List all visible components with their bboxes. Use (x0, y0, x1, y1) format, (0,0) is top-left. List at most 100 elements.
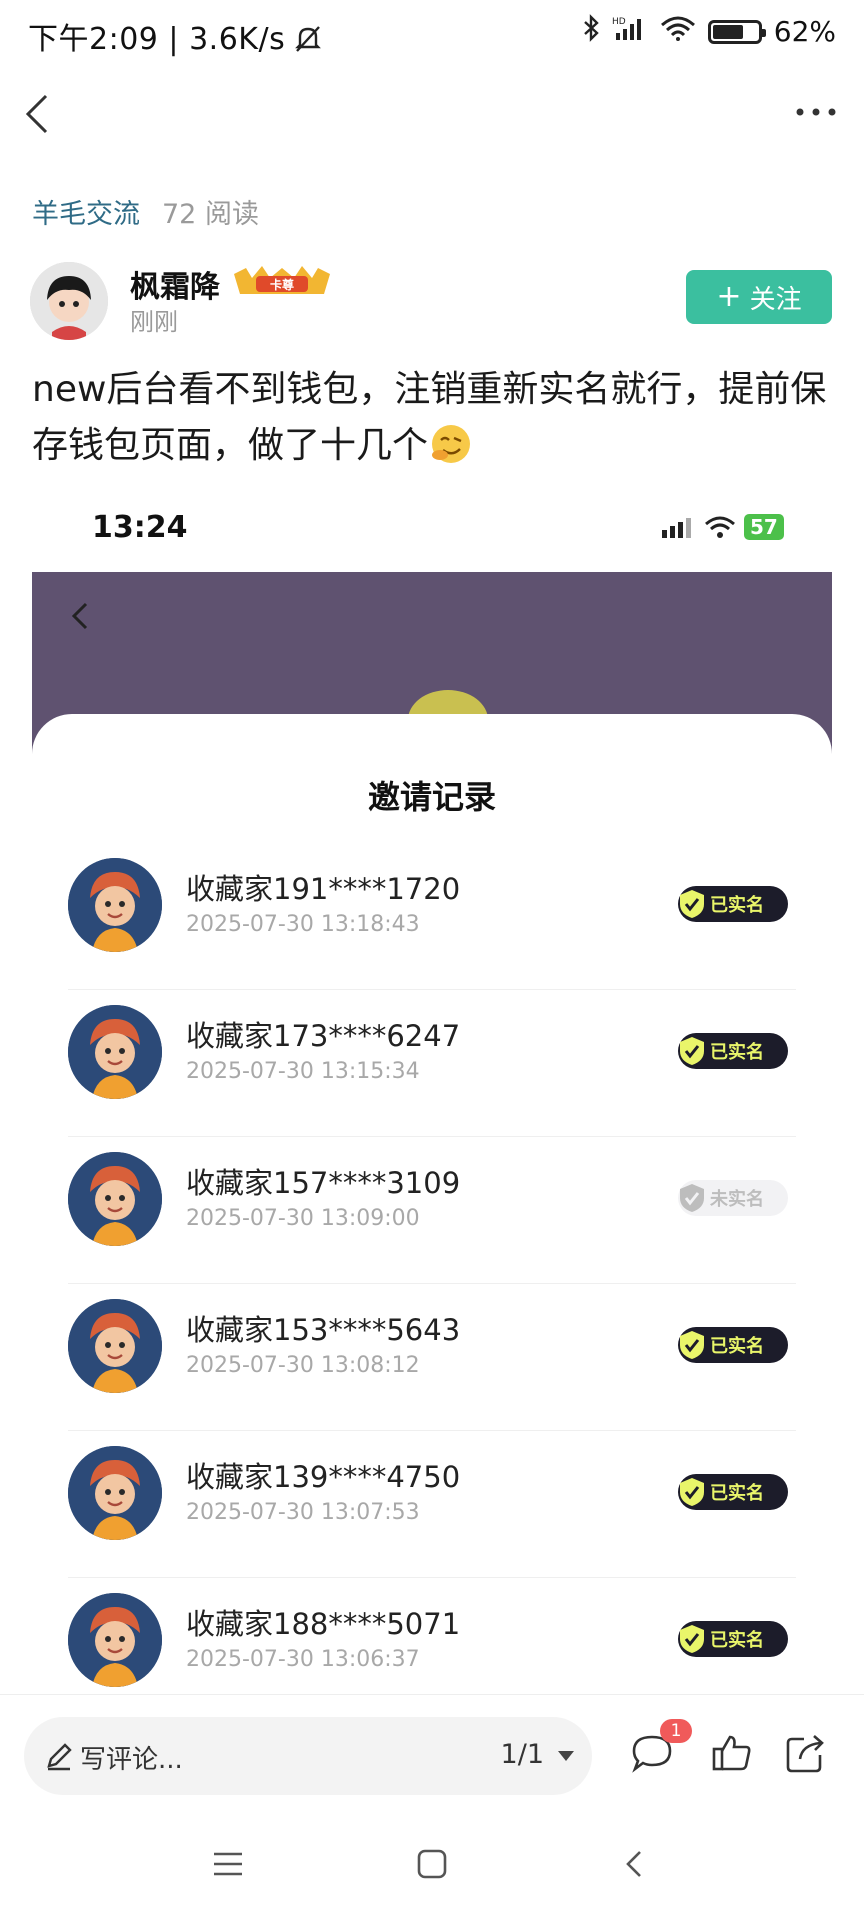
row-divider (68, 1430, 796, 1431)
verification-status-badge: 已实名 (678, 1033, 788, 1069)
comment-placeholder: 写评论... (80, 1745, 183, 1775)
invite-time: 2025-07-30 13:08:12 (186, 1353, 420, 1378)
invitee-name: 收藏家188****5071 (186, 1607, 461, 1641)
status-time: 下午2:09 (28, 22, 159, 57)
page-indicator[interactable]: 1/1 (501, 1739, 544, 1770)
invite-time: 2025-07-30 13:06:37 (186, 1647, 420, 1672)
svg-text:HD: HD (612, 17, 626, 27)
embedded-battery: 57 (744, 514, 784, 540)
more-options-button[interactable] (792, 100, 840, 124)
status-bar: 下午2:09 | 3.6K/s HD 62% (0, 0, 864, 72)
verification-status-label: 已实名 (710, 1483, 764, 1504)
invitee-name: 收藏家139****4750 (186, 1460, 461, 1494)
network-speed: 3.6K/s (189, 22, 286, 57)
svg-text:卡尊: 卡尊 (270, 277, 294, 292)
row-divider (68, 1136, 796, 1137)
bluetooth-icon (582, 14, 600, 49)
battery-icon (707, 19, 766, 44)
author-name[interactable]: 枫霜降 (130, 262, 220, 306)
invitee-name: 收藏家157****3109 (186, 1166, 461, 1200)
comment-input[interactable]: 写评论... 1/1 (24, 1717, 592, 1795)
chevron-left-icon (25, 94, 48, 134)
shield-check-icon (678, 1182, 706, 1214)
share-button[interactable] (784, 1731, 828, 1775)
shield-check-icon (678, 1035, 706, 1067)
verification-status-label: 已实名 (710, 1042, 764, 1063)
follow-button[interactable]: + 关注 (686, 270, 832, 324)
back-nav-button[interactable] (620, 1848, 652, 1884)
battery-percent: 62% (773, 15, 836, 48)
user-avatar (68, 1446, 162, 1540)
system-navigation-bar (0, 1820, 864, 1920)
embedded-back-icon (68, 598, 92, 634)
row-divider (68, 1577, 796, 1578)
menu-nav-button[interactable] (212, 1848, 244, 1884)
thumbs-up-icon (712, 1735, 751, 1771)
verification-status-badge: 已实名 (678, 886, 788, 922)
verification-status-label: 未实名 (710, 1189, 764, 1210)
verification-status-badge: 未实名 (678, 1180, 788, 1216)
verification-status-badge: 已实名 (678, 1327, 788, 1363)
verification-status-label: 已实名 (710, 1630, 764, 1651)
plus-icon: + (716, 279, 742, 314)
mute-bell-icon (295, 25, 322, 61)
invite-record-row: 收藏家139****4750 2025-07-30 13:07:53 已实名 (68, 1432, 796, 1578)
embedded-time: 13:24 (92, 510, 188, 545)
invite-time: 2025-07-30 13:09:00 (186, 1206, 420, 1231)
post-time: 刚刚 (130, 308, 178, 336)
row-divider (68, 989, 796, 990)
vip-crown-badge: 卡尊 (230, 264, 334, 298)
shield-check-icon (678, 1623, 706, 1655)
caret-down-icon[interactable] (558, 1751, 574, 1761)
more-dots-icon (796, 108, 836, 116)
shield-check-icon (678, 888, 706, 920)
wifi-icon (660, 15, 696, 48)
verification-status-badge: 已实名 (678, 1621, 788, 1657)
home-nav-button[interactable] (416, 1848, 448, 1884)
embedded-status-icons: 57 (662, 514, 784, 540)
invite-time: 2025-07-30 13:07:53 (186, 1500, 420, 1525)
status-left: 下午2:09 | 3.6K/s (28, 14, 322, 61)
bottom-action-bar: 写评论... 1/1 1 (0, 1694, 864, 1821)
user-avatar (68, 1299, 162, 1393)
row-divider (68, 1283, 796, 1284)
topic-link[interactable]: 羊毛交流 (32, 192, 140, 231)
verification-status-badge: 已实名 (678, 1474, 788, 1510)
chevron-left-icon (626, 1851, 641, 1877)
status-right: HD 62% (582, 14, 836, 49)
comment-count-badge: 1 (660, 1719, 692, 1743)
invitee-name: 收藏家153****5643 (186, 1313, 461, 1347)
invitee-name: 收藏家173****6247 (186, 1019, 461, 1053)
read-count: 72 阅读 (162, 199, 259, 230)
invite-record-row: 收藏家173****6247 2025-07-30 13:15:34 已实名 (68, 991, 796, 1137)
hamburger-icon (214, 1852, 242, 1876)
verification-status-label: 已实名 (710, 895, 764, 916)
user-avatar (68, 1152, 162, 1246)
invite-time: 2025-07-30 13:15:34 (186, 1059, 420, 1084)
smirk-emoji-icon (428, 421, 474, 467)
user-avatar (68, 1005, 162, 1099)
author-avatar[interactable] (30, 262, 108, 340)
invite-record-sheet: 邀请记录 收藏家191****1720 2025-07-30 13:18:43 已实… (32, 714, 832, 1694)
invite-record-row: 收藏家153****5643 2025-07-30 13:08:12 已实名 (68, 1285, 796, 1431)
wifi-icon (705, 516, 735, 538)
back-button[interactable] (16, 88, 60, 140)
pencil-icon (44, 1741, 74, 1771)
shield-check-icon (678, 1476, 706, 1508)
invite-record-row: 收藏家191****1720 2025-07-30 13:18:43 已实名 (68, 844, 796, 990)
invite-time: 2025-07-30 13:18:43 (186, 912, 420, 937)
shield-check-icon (678, 1329, 706, 1361)
cellular-signal-icon: HD (612, 15, 648, 48)
verification-status-label: 已实名 (710, 1336, 764, 1357)
share-icon (786, 1735, 824, 1773)
square-home-icon (417, 1849, 447, 1879)
invite-record-title: 邀请记录 (367, 778, 496, 816)
invite-record-row: 收藏家157****3109 2025-07-30 13:09:00 未实名 (68, 1138, 796, 1284)
like-button[interactable] (710, 1731, 754, 1775)
user-avatar (68, 858, 162, 952)
follow-label: 关注 (749, 284, 802, 315)
invitee-name: 收藏家191****1720 (186, 872, 461, 906)
user-avatar (68, 1593, 162, 1687)
post-body: new后台看不到钱包，注销重新实名就行，提前保存钱包页面，做了十几个 (32, 369, 827, 467)
cellular-signal-icon (662, 518, 691, 538)
